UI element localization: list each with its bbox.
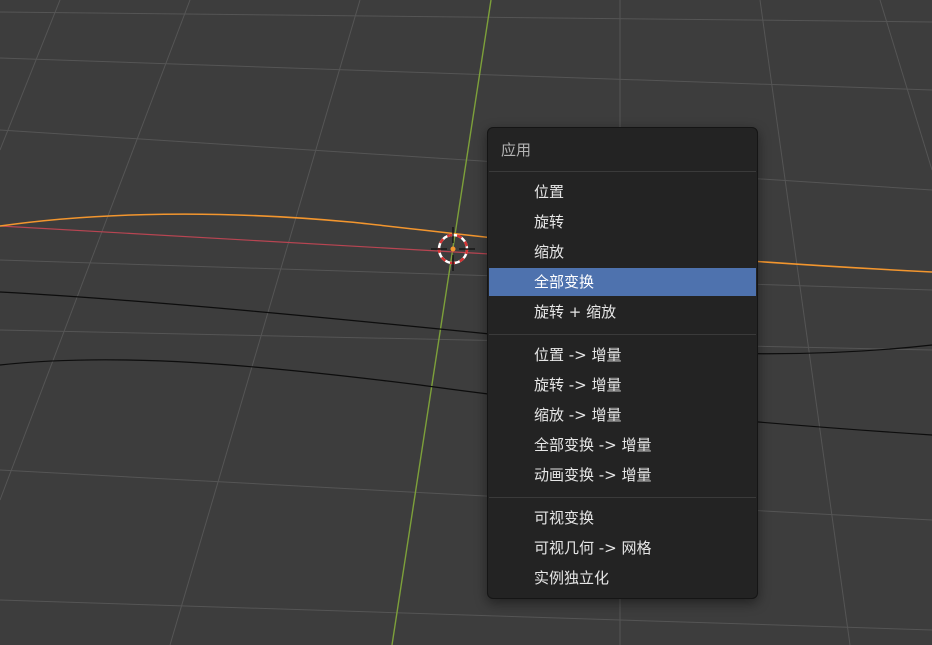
menu-item-all-transforms[interactable]: 全部变换 [489, 268, 756, 296]
menu-item-make-instances-real[interactable]: 实例独立化 [489, 564, 756, 592]
3d-cursor-icon[interactable] [431, 227, 475, 271]
menu-item-scale[interactable]: 缩放 [489, 238, 756, 266]
menu-title: 应用 [501, 141, 532, 159]
curve-object[interactable] [0, 291, 932, 355]
menu-item-animated-transforms-to-deltas[interactable]: 动画变换 -> 增量 [489, 461, 756, 489]
menu-item-visual-transform[interactable]: 可视变换 [489, 504, 756, 532]
menu-item-all-transforms-to-deltas[interactable]: 全部变换 -> 增量 [489, 431, 756, 459]
menu-item-location-to-deltas[interactable]: 位置 -> 增量 [489, 341, 756, 369]
viewport-canvas [0, 0, 932, 645]
menu-item-rotation-to-deltas[interactable]: 旋转 -> 增量 [489, 371, 756, 399]
menu-separator [489, 334, 756, 335]
menu-item-scale-to-deltas[interactable]: 缩放 -> 增量 [489, 401, 756, 429]
menu-separator [489, 497, 756, 498]
menu-item-visual-geometry-to-mesh[interactable]: 可视几何 -> 网格 [489, 534, 756, 562]
menu-item-location[interactable]: 位置 [489, 178, 756, 206]
3d-viewport[interactable] [0, 0, 932, 645]
y-axis-line [391, 0, 492, 645]
curve-object[interactable] [0, 359, 932, 436]
menu-item-rotation[interactable]: 旋转 [489, 208, 756, 236]
menu-separator [489, 171, 756, 172]
apply-menu: 应用 位置 旋转 缩放 全部变换 旋转 + 缩放 位置 -> 增量 旋转 -> … [487, 127, 758, 599]
menu-item-rotation-and-scale[interactable]: 旋转 + 缩放 [489, 298, 756, 326]
grid-floor [0, 0, 932, 645]
x-axis-line [0, 225, 491, 255]
